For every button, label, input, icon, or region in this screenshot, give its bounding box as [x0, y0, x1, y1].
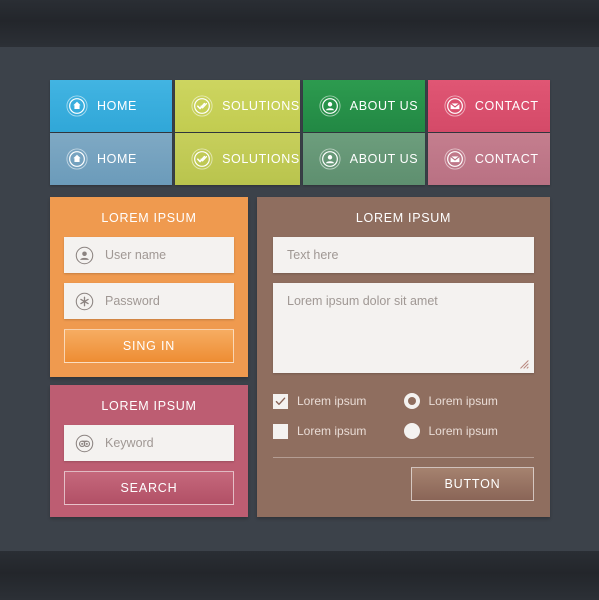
nav-button-label: CONTACT	[474, 152, 539, 166]
checkbox-option-1[interactable]: Lorem ipsum	[273, 393, 404, 409]
nav-button-contact-muted[interactable]: CONTACT	[427, 133, 551, 185]
nav-button-contact[interactable]: CONTACT	[427, 80, 551, 132]
message-textarea[interactable]: Lorem ipsum dolor sit amet	[273, 283, 534, 373]
nav-button-solutions-muted[interactable]: SOLUTIONS	[175, 133, 300, 185]
message-textarea-placeholder: Lorem ipsum dolor sit amet	[287, 294, 438, 308]
nav-button-solutions[interactable]: SOLUTIONS	[175, 80, 300, 132]
home-icon	[66, 148, 88, 170]
ui-kit-canvas: HOME SOLUTIONS ABOUT US CONTACT HOME SOL…	[0, 47, 599, 551]
username-placeholder: User name	[105, 248, 167, 262]
nav-button-label: HOME	[97, 152, 137, 166]
nav-button-label: SOLUTIONS	[222, 152, 300, 166]
search-panel-title: LOREM IPSUM	[101, 399, 197, 413]
checkbox-input[interactable]	[273, 423, 288, 439]
asterisk-icon	[75, 292, 94, 310]
nav-button-label: ABOUT US	[349, 152, 419, 166]
bottom-bar	[0, 551, 599, 600]
nav-button-label: SOLUTIONS	[222, 99, 300, 113]
radio-option-1[interactable]: Lorem ipsum	[403, 393, 535, 409]
nav-button-label: ABOUT US	[349, 99, 419, 113]
user-icon	[319, 95, 341, 117]
form-panel: LOREM IPSUM Text here Lorem ipsum dolor …	[257, 197, 550, 517]
nav-button-home[interactable]: HOME	[50, 80, 173, 132]
resize-grip-icon[interactable]	[518, 358, 529, 369]
envelope-icon	[444, 148, 466, 170]
nav-button-about-us[interactable]: ABOUT US	[302, 80, 425, 132]
radio-option-2[interactable]: Lorem ipsum	[403, 423, 535, 439]
password-placeholder: Password	[105, 294, 160, 308]
home-icon	[66, 95, 88, 117]
user-icon	[319, 148, 341, 170]
nav-button-about-us-muted[interactable]: ABOUT US	[302, 133, 425, 185]
nav-button-label: HOME	[97, 99, 137, 113]
option-label: Lorem ipsum	[297, 424, 367, 438]
double-check-icon	[191, 95, 213, 117]
login-panel-title: LOREM IPSUM	[101, 211, 197, 225]
option-label: Lorem ipsum	[297, 394, 367, 408]
envelope-icon	[444, 95, 466, 117]
nav-button-label: CONTACT	[474, 99, 539, 113]
option-label: Lorem ipsum	[428, 424, 498, 438]
option-label: Lorem ipsum	[428, 394, 498, 408]
form-submit-button[interactable]: BUTTON	[411, 467, 534, 501]
nav-row-muted: HOME SOLUTIONS ABOUT US CONTACT	[50, 133, 551, 185]
username-field[interactable]: User name	[64, 237, 234, 273]
search-panel: LOREM IPSUM Keyword SEARCH	[50, 385, 248, 517]
search-button[interactable]: SEARCH	[64, 471, 234, 505]
nav-button-home-muted[interactable]: HOME	[50, 133, 173, 185]
text-input-field[interactable]: Text here	[273, 237, 534, 273]
form-divider	[273, 457, 534, 458]
nav-row-active: HOME SOLUTIONS ABOUT US CONTACT	[50, 80, 551, 132]
radio-input[interactable]	[403, 423, 420, 439]
check-icon	[275, 397, 286, 405]
top-bar	[0, 0, 599, 47]
form-panel-title: LOREM IPSUM	[355, 211, 452, 225]
radio-input[interactable]	[403, 393, 420, 409]
password-field[interactable]: Password	[64, 283, 234, 319]
options-group: Lorem ipsum Lorem ipsum Lorem ipsum Lore…	[273, 393, 534, 439]
text-input-placeholder: Text here	[287, 248, 339, 262]
binoculars-icon	[75, 434, 94, 452]
login-panel: LOREM IPSUM User name Password SING IN	[50, 197, 248, 377]
keyword-field[interactable]: Keyword	[64, 425, 234, 461]
checkbox-option-2[interactable]: Lorem ipsum	[273, 423, 404, 439]
user-icon	[75, 246, 94, 264]
sign-in-button[interactable]: SING IN	[64, 329, 234, 363]
checkbox-input[interactable]	[273, 393, 288, 409]
keyword-placeholder: Keyword	[105, 436, 154, 450]
double-check-icon	[191, 148, 213, 170]
